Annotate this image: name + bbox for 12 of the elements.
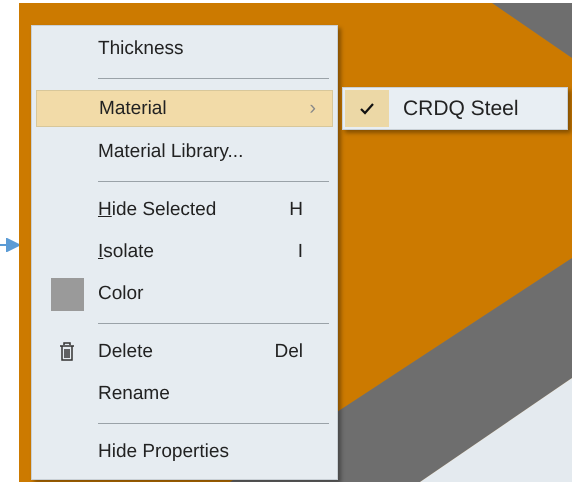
menu-item[interactable]: CRDQ Steel — [345, 90, 565, 127]
menu-item[interactable]: Thickness — [36, 28, 333, 70]
arrow-icon — [0, 238, 19, 252]
menu-item[interactable]: Material Library... — [36, 131, 333, 173]
menu-item[interactable]: Color — [36, 273, 333, 315]
menu-item[interactable]: Rename — [36, 373, 333, 415]
menu-item[interactable]: Isolate I — [36, 231, 333, 273]
menu-item[interactable]: Delete Del — [36, 331, 333, 373]
menu-item[interactable]: Material › — [36, 90, 333, 127]
menu-item[interactable]: Hide Selected H — [36, 189, 333, 231]
trash-icon — [59, 342, 75, 362]
menu-item[interactable]: Hide Properties — [36, 431, 333, 473]
